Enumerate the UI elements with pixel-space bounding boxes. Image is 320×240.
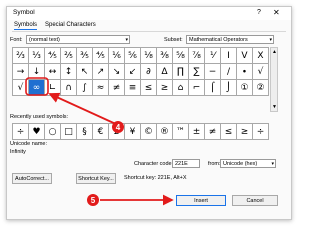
highlight-box bbox=[25, 77, 49, 96]
step-5-badge: 5 bbox=[87, 194, 99, 206]
annotation-overlay bbox=[25, 77, 174, 206]
arrow-to-symbol bbox=[48, 92, 119, 126]
step-4-badge: 4 bbox=[112, 121, 124, 133]
